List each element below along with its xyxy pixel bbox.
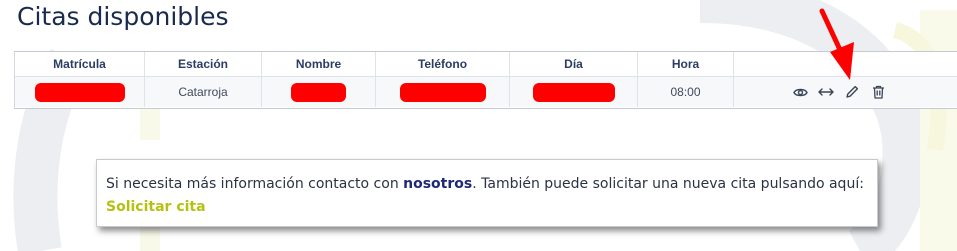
trash-icon xyxy=(872,85,884,99)
cell-estacion: Catarroja xyxy=(145,77,262,107)
column-header-estacion[interactable]: Estación xyxy=(145,52,262,76)
info-text-before: Si necesita más información contacto con xyxy=(106,176,404,192)
annotation-arrow-icon xyxy=(819,8,854,80)
column-header-nombre[interactable]: Nombre xyxy=(262,52,376,76)
redaction-nombre xyxy=(291,82,346,102)
redaction-matricula xyxy=(34,82,125,102)
cell-telefono xyxy=(376,77,510,107)
move-button[interactable] xyxy=(818,84,834,100)
pencil-icon xyxy=(846,85,859,98)
column-header-hora[interactable]: Hora xyxy=(638,52,734,76)
view-button[interactable] xyxy=(792,84,808,100)
arrows-horizontal-icon xyxy=(818,88,834,96)
redaction-telefono xyxy=(399,82,486,102)
delete-button[interactable] xyxy=(870,84,886,100)
column-header-matricula[interactable]: Matrícula xyxy=(15,52,145,76)
eye-icon xyxy=(792,88,808,96)
redaction-dia xyxy=(532,82,615,102)
info-text-middle: . También puede solicitar una nueva cita… xyxy=(472,176,864,192)
page-title: Citas disponibles xyxy=(17,2,229,31)
cell-dia xyxy=(510,77,638,107)
cell-matricula xyxy=(15,77,145,107)
cell-nombre xyxy=(262,77,376,107)
edit-button[interactable] xyxy=(844,84,860,100)
info-message: Si necesita más información contacto con… xyxy=(96,159,878,227)
column-header-telefono[interactable]: Teléfono xyxy=(376,52,510,76)
cell-hora: 08:00 xyxy=(638,77,734,107)
column-header-dia[interactable]: Día xyxy=(510,52,638,76)
contact-link[interactable]: nosotros xyxy=(403,176,472,192)
request-appointment-link[interactable]: Solicitar cita xyxy=(106,199,206,215)
